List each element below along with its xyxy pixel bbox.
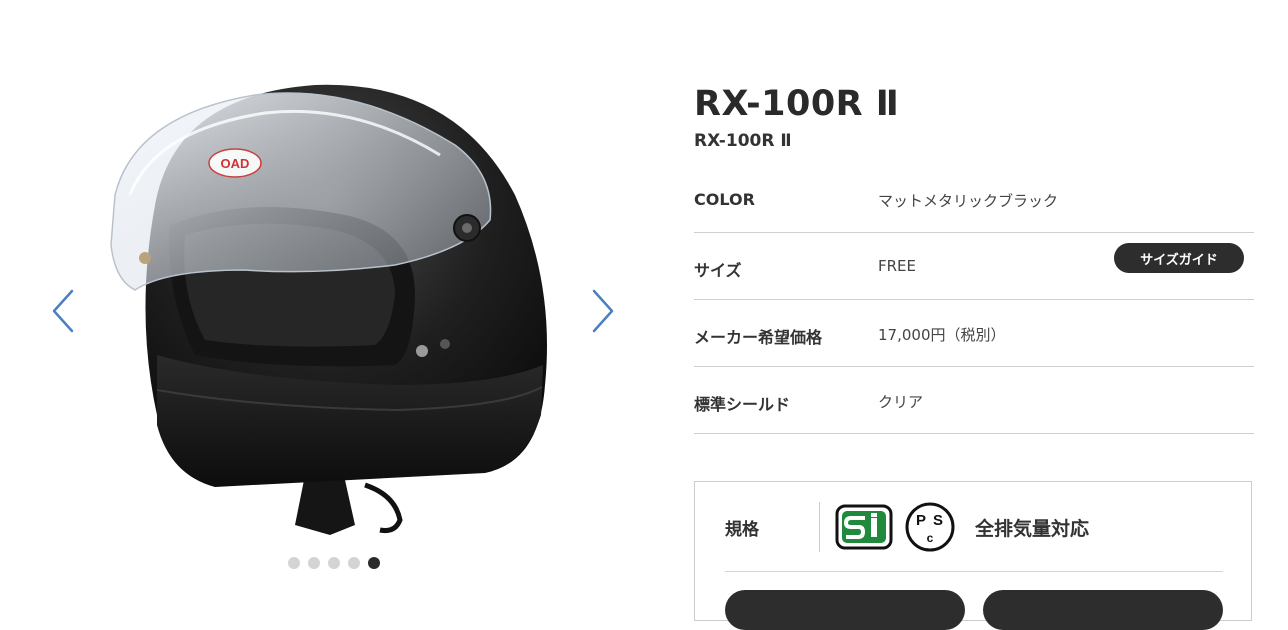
- pagination-dot[interactable]: [328, 557, 340, 569]
- helmet-logo: OAD: [221, 156, 250, 171]
- divider: [725, 571, 1223, 572]
- action-button[interactable]: [983, 590, 1223, 630]
- helmet-image: OAD: [95, 55, 565, 545]
- gallery-pagination: [288, 557, 380, 569]
- spec-label: メーカー希望価格: [694, 328, 823, 347]
- pagination-dot[interactable]: [368, 557, 380, 569]
- spec-table: COLOR マットメタリックブラック サイズ FREE サイズガイド メーカー希…: [694, 166, 1254, 434]
- action-button[interactable]: [725, 590, 965, 630]
- spec-row-size: サイズ FREE サイズガイド: [694, 233, 1254, 300]
- divider: [819, 502, 820, 552]
- pagination-dot[interactable]: [348, 557, 360, 569]
- standards-box: 規格 P S c 全排気量対応: [694, 481, 1252, 630]
- spec-value: FREE: [878, 257, 917, 275]
- product-title: RX-100R Ⅱ: [694, 84, 900, 124]
- standards-note: 全排気量対応: [975, 518, 1090, 540]
- pagination-dot[interactable]: [288, 557, 300, 569]
- spec-row-color: COLOR マットメタリックブラック: [694, 166, 1254, 233]
- chevron-left-icon: [52, 289, 74, 333]
- spec-value: 17,000円（税別）: [878, 326, 1006, 344]
- pagination-dot[interactable]: [308, 557, 320, 569]
- psc-letter-p: P: [916, 512, 926, 529]
- spec-label: 標準シールド: [694, 395, 791, 414]
- gallery-prev-button[interactable]: [48, 288, 78, 334]
- psc-letter-c: c: [927, 531, 934, 545]
- spec-label: サイズ: [694, 261, 742, 280]
- psc-letter-s: S: [933, 512, 943, 529]
- chevron-right-icon: [592, 289, 614, 333]
- spec-row-price: メーカー希望価格 17,000円（税別）: [694, 300, 1254, 367]
- standards-label: 規格: [725, 520, 759, 540]
- psc-mark-icon: P S c: [905, 502, 955, 552]
- size-guide-button[interactable]: サイズガイド: [1114, 243, 1244, 273]
- gallery-next-button[interactable]: [588, 288, 618, 334]
- product-subtitle: RX-100R Ⅱ: [694, 131, 792, 151]
- spec-value: マットメタリックブラック: [878, 192, 1059, 210]
- helmet-illustration: OAD: [110, 84, 547, 535]
- spec-label: COLOR: [694, 190, 755, 209]
- spec-value: クリア: [878, 393, 924, 411]
- spec-row-shield: 標準シールド クリア: [694, 367, 1254, 434]
- sg-mark-icon: [835, 504, 893, 550]
- product-gallery: OAD: [0, 0, 660, 593]
